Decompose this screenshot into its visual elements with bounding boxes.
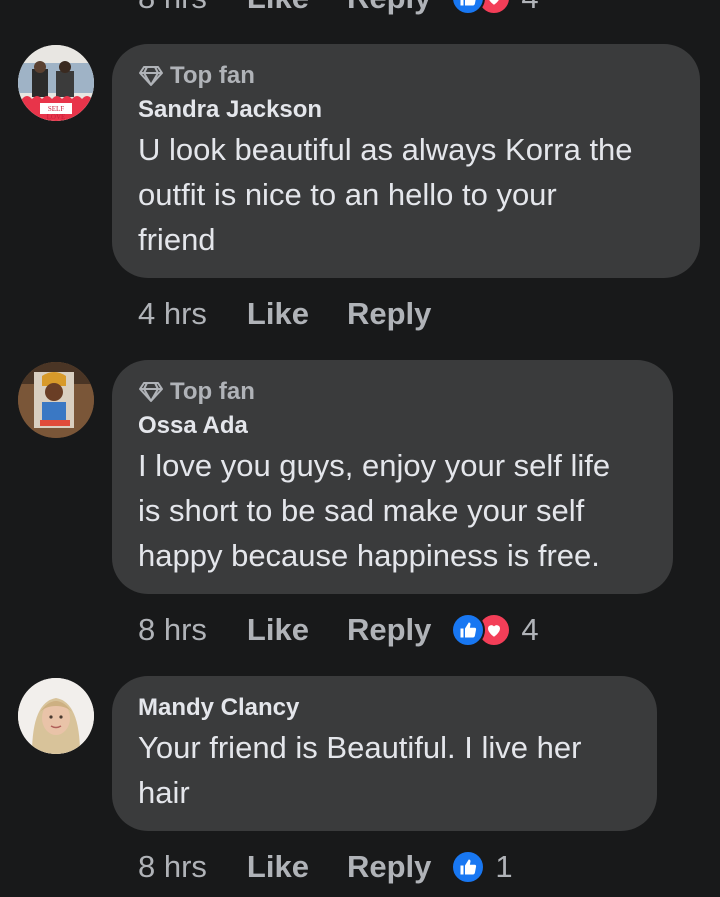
avatar[interactable]: SELF LOVE	[18, 45, 94, 121]
comment-text-line: happy because happiness is free.	[138, 538, 600, 573]
comment-text-line: is short to be sad make your self	[138, 493, 585, 528]
comment-text-line: hair	[138, 775, 190, 810]
comment-text-line: U look beautiful as always Korra the	[138, 132, 633, 167]
comment-text: Your friend is Beautiful. I live her hai…	[138, 725, 653, 815]
reply-button[interactable]: Reply	[347, 612, 431, 648]
like-button[interactable]: Like	[247, 0, 309, 16]
reactions-summary[interactable]: 4	[451, 0, 539, 16]
comment-actions-row: 4 hrs Like Reply	[138, 294, 469, 334]
avatar[interactable]	[18, 678, 94, 754]
comment-bubble[interactable]: Top fan Sandra Jackson U look beautiful …	[112, 44, 700, 278]
top-fan-badge: Top fan	[138, 378, 255, 406]
reply-button[interactable]: Reply	[347, 849, 431, 885]
comment-actions-row: 8 hrs Like Reply 1	[138, 847, 513, 887]
comment-text-line: outfit is nice to an hello to your	[138, 177, 557, 212]
comment-actions-row: 8 hrs Like Reply 4	[138, 610, 539, 650]
comment-bubble[interactable]: Mandy Clancy Your friend is Beautiful. I…	[112, 676, 657, 831]
badge-label: Top fan	[170, 378, 255, 405]
like-button[interactable]: Like	[247, 612, 309, 648]
like-button[interactable]: Like	[247, 296, 309, 332]
top-fan-badge: Top fan	[138, 62, 255, 90]
like-reaction-icon	[451, 613, 486, 647]
comment-timestamp: 4 hrs	[138, 296, 207, 331]
comment-text-line: Your friend is Beautiful. I live her	[138, 730, 582, 765]
like-reaction-icon	[451, 850, 486, 884]
avatar[interactable]	[18, 362, 94, 438]
reactions-summary[interactable]: 1	[451, 849, 513, 885]
comment-actions-row: 8 hrs Like Reply 4	[138, 0, 539, 18]
diamond-icon	[139, 382, 163, 402]
reply-button[interactable]: Reply	[347, 296, 431, 332]
reaction-count: 1	[495, 849, 513, 884]
comment-author[interactable]: Mandy Clancy	[138, 694, 299, 722]
comment-timestamp: 8 hrs	[138, 0, 207, 16]
reaction-count: 4	[521, 612, 539, 647]
comment-text: I love you guys, enjoy your self life is…	[138, 443, 673, 578]
reply-button[interactable]: Reply	[347, 0, 431, 16]
comment-author[interactable]: Sandra Jackson	[138, 96, 322, 124]
diamond-icon	[139, 66, 163, 86]
reactions-summary[interactable]: 4	[451, 612, 539, 648]
comment-text: U look beautiful as always Korra the out…	[138, 127, 698, 262]
avatar-caption: SELF LOVE	[46, 105, 66, 121]
like-reaction-icon	[451, 0, 486, 15]
like-button[interactable]: Like	[247, 849, 309, 885]
comment-bubble[interactable]: Top fan Ossa Ada I love you guys, enjoy …	[112, 360, 673, 594]
comment-timestamp: 8 hrs	[138, 612, 207, 647]
comment-timestamp: 8 hrs	[138, 849, 207, 884]
reaction-count: 4	[521, 0, 538, 16]
comment-text-line: I love you guys, enjoy your self life	[138, 448, 611, 483]
comment-text-line: friend	[138, 222, 216, 257]
comment-author[interactable]: Ossa Ada	[138, 412, 248, 440]
badge-label: Top fan	[170, 62, 255, 89]
